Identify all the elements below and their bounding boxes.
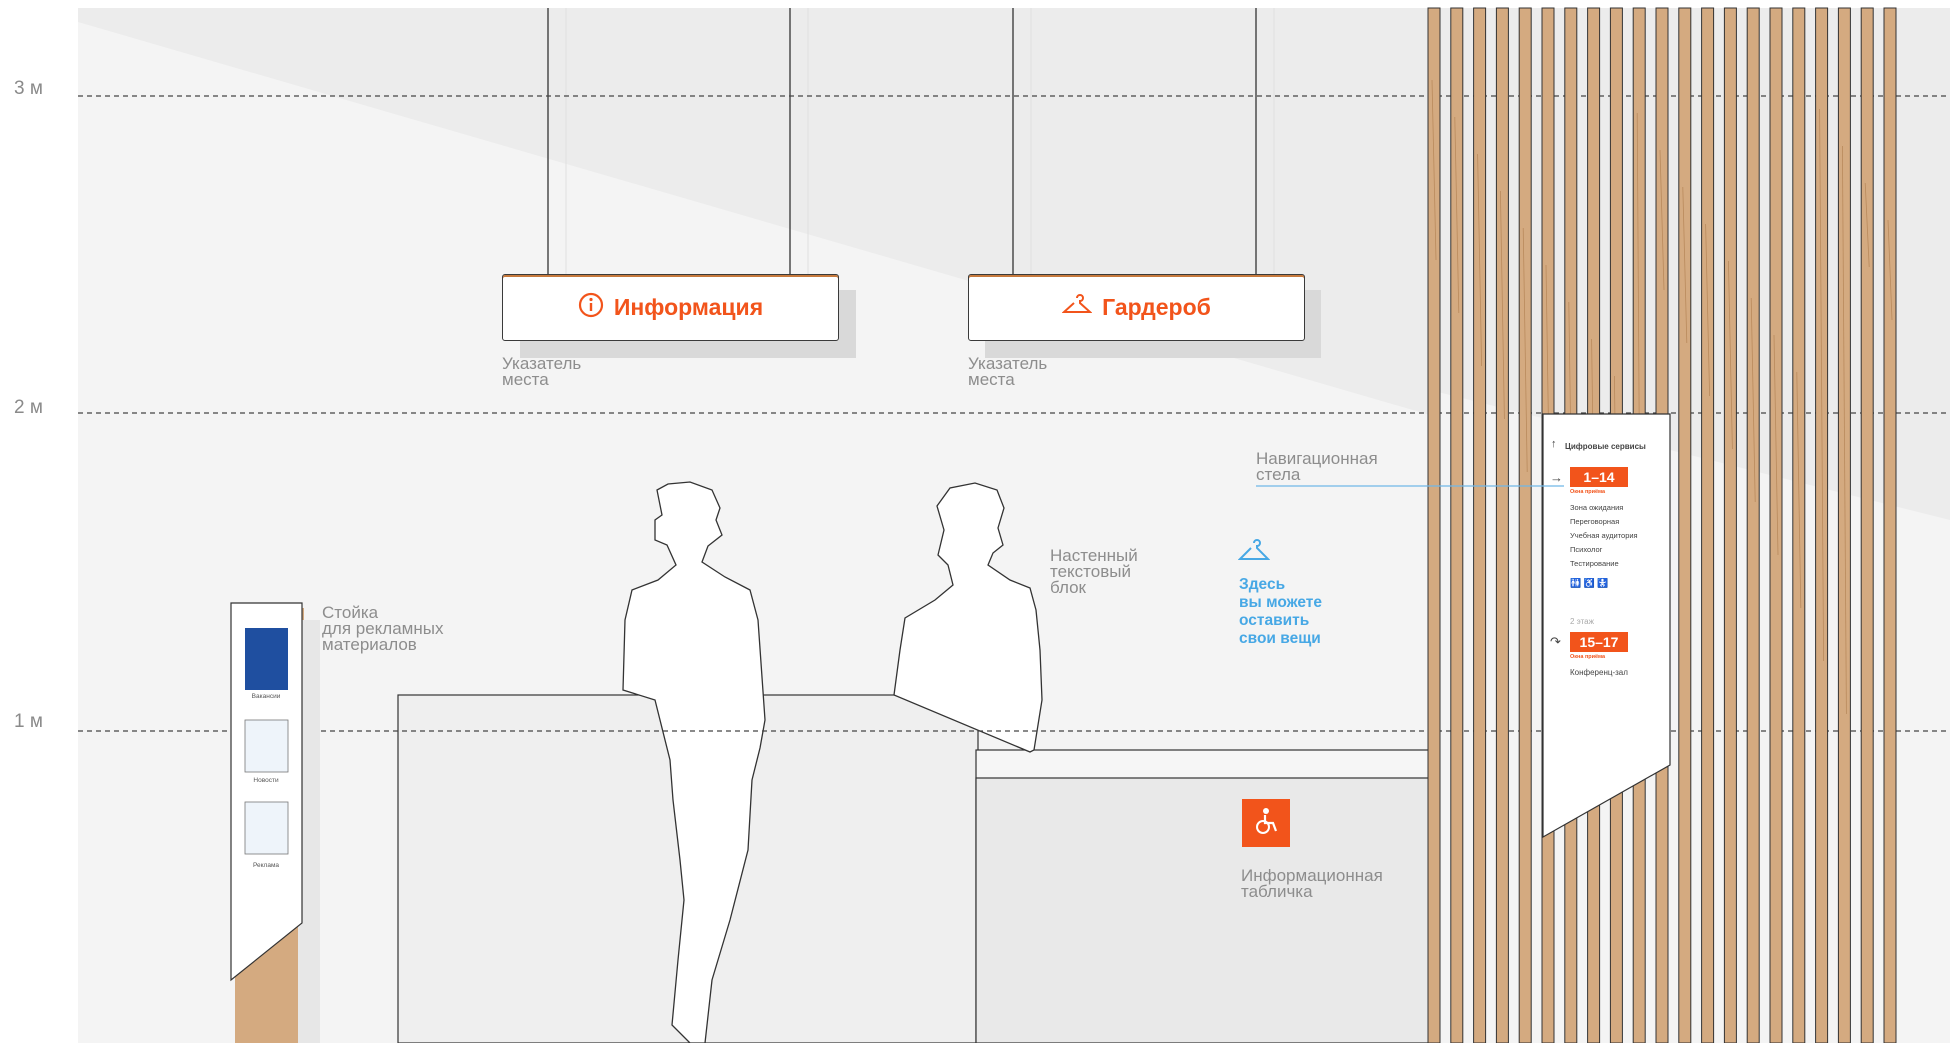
wood-slat: [1518, 7, 1532, 1043]
caption-place-pointer-2: Указатель места: [968, 354, 1048, 389]
wheelchair-icon: [1252, 806, 1280, 841]
wall-illustration: [78, 7, 1950, 1043]
caption-place-pointer-1: Указатель места: [502, 354, 582, 389]
stand-label: Реклама: [252, 862, 280, 869]
caption-ad-stand: Стойка для рекламных материалов: [322, 603, 444, 654]
wood-slat: [1678, 7, 1692, 1043]
scene: 3 м 2 м 1 м Информация Гардероб Указател…: [0, 0, 1950, 1043]
caption-nav-stele: Навигационная стела: [1256, 449, 1378, 484]
arrow-curve-icon: ↷: [1550, 634, 1561, 649]
stele-badge-2: 15–17: [1570, 632, 1628, 652]
wood-slat: [1701, 7, 1715, 1043]
caption-info-plate: Информационная табличка: [1241, 866, 1383, 901]
wardrobe-sign: Гардероб: [968, 274, 1305, 341]
height-label-3m: 3 м: [14, 78, 43, 99]
stele-list: Зона ожидания Переговорная Учебная аудит…: [1570, 503, 1638, 573]
stele-conference: Конференц-зал: [1570, 668, 1628, 677]
brochure-pocket-2: [244, 801, 289, 855]
hanger-icon: [1237, 538, 1271, 569]
stele-floor: 2 этаж: [1570, 617, 1594, 626]
wall-text-block: Здесь вы можете оставить свои вещи: [1239, 576, 1323, 647]
height-label-1m: 1 м: [14, 711, 43, 732]
wood-slat: [1837, 7, 1851, 1043]
stele-badge-1: 1–14: [1570, 467, 1628, 487]
stand-label: Новости: [253, 777, 279, 784]
stele-list-item: Учебная аудитория: [1570, 531, 1638, 540]
info-plate: [1242, 799, 1290, 847]
stele-list-item: Зона ожидания: [1570, 503, 1624, 512]
wood-slat: [1860, 7, 1874, 1043]
wardrobe-sign-label: Гардероб: [1102, 294, 1211, 320]
info-sign: Информация: [502, 274, 839, 341]
brochure-blue: [245, 628, 288, 690]
wood-slat: [1769, 7, 1783, 1043]
stele-restroom-icons: 🚻 ♿ 🚼: [1570, 578, 1609, 588]
stele-list-item: Переговорная: [1570, 517, 1620, 526]
stele-list-item: Психолог: [1570, 545, 1603, 554]
arrow-up-icon: ↑: [1551, 438, 1557, 450]
wood-slat: [1746, 7, 1760, 1043]
wood-slat: [1815, 7, 1829, 1043]
height-label-2m: 2 м: [14, 397, 43, 418]
info-sign-label: Информация: [613, 294, 764, 320]
wood-slat: [1473, 7, 1487, 1043]
arrow-right-icon: →: [1550, 470, 1563, 485]
wood-slat: [1792, 7, 1806, 1043]
brochure-pocket-1: [244, 719, 289, 773]
stele-badge-2-sub: Окна приёма: [1570, 654, 1606, 660]
hanger-icon: [1061, 293, 1093, 323]
stele-header: Цифровые сервисы: [1565, 442, 1646, 451]
wood-slat: [1450, 7, 1464, 1043]
wood-slat: [1495, 7, 1509, 1043]
caption-wall-text-block: Настенный текстовый блок: [1050, 546, 1138, 597]
stand-label: Вакансии: [251, 693, 281, 700]
reception-counter-low-front: [975, 777, 1432, 1043]
stele-list-item: Тестирование: [1570, 559, 1619, 568]
wood-slat: [1723, 7, 1737, 1043]
info-icon: [578, 292, 604, 324]
stele-badge-1-sub: Окна приёма: [1570, 489, 1606, 495]
wood-slat: [1883, 7, 1897, 1043]
